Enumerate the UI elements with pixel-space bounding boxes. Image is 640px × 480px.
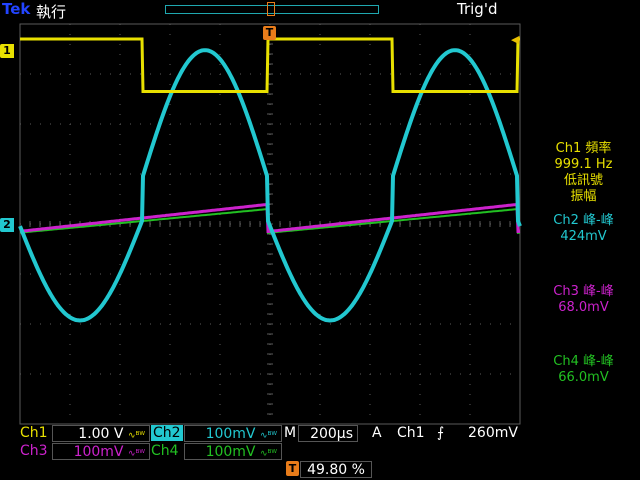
ch2-label-text: Ch2 [151,425,183,441]
ch2-ground-marker[interactable]: 2 [0,218,14,232]
trigger-position-marker[interactable]: T [263,26,276,40]
ch4-scale-value: 100mV [205,444,256,460]
measurement-title: Ch3 峰-峰 [553,284,614,299]
ch1-ground-marker[interactable]: 1 [0,44,14,58]
trigger-position-icon: T [286,461,299,476]
timebase-label: M [284,425,297,441]
bandwidth-limit-icon: ∿ᴮᵂ [259,431,277,441]
bandwidth-limit-icon: ∿ᴮᵂ [127,431,145,441]
measurement-note: 振幅 [570,189,597,204]
trigger-source[interactable]: Ch1 [397,425,425,442]
ch4-label[interactable]: Ch4 [151,443,179,460]
oscilloscope-screen: Tek 執行 Trig'd T 1 2 ◀ Ch1 頻率 999.1 Hz 低訊… [0,0,640,480]
measurement-ch2-peak-to-peak: Ch2 峰-峰 424mV [527,213,640,245]
measurement-title: Ch1 頻率 [555,141,612,156]
timebase-value[interactable]: 200µs [298,425,358,442]
trigger-level-arrow-icon[interactable]: ◀ [511,33,519,46]
ch1-scale-value: 1.00 V [78,426,124,442]
ch2-label[interactable]: Ch2 [151,425,183,442]
ch1-label[interactable]: Ch1 [20,425,48,442]
ch2-scale-value: 100mV [205,426,256,442]
measurement-value: 999.1 Hz [554,157,613,172]
measurement-title: Ch2 峰-峰 [553,213,614,228]
measurement-ch1-frequency: Ch1 頻率 999.1 Hz 低訊號 振幅 [527,141,640,205]
measurement-value: 66.0mV [558,370,609,385]
bandwidth-limit-icon: ∿ᴮᵂ [127,449,145,459]
ch3-scale[interactable]: 100mV ∿ᴮᵂ [52,443,150,460]
ch3-label[interactable]: Ch3 [20,443,48,460]
measurement-value: 424mV [560,229,607,244]
measurement-ch4-peak-to-peak: Ch4 峰-峰 66.0mV [527,354,640,386]
measurement-value: 68.0mV [558,300,609,315]
measurement-note: 低訊號 [563,173,603,188]
trigger-mode: A [372,425,382,441]
measurement-title: Ch4 峰-峰 [553,354,614,369]
ch1-scale[interactable]: 1.00 V ∿ᴮᵂ [52,425,150,442]
trigger-slope-icon[interactable]: ⨍ [437,425,444,442]
ch3-scale-value: 100mV [73,444,124,460]
ch4-scale[interactable]: 100mV ∿ᴮᵂ [184,443,282,460]
waveform-traces [18,37,522,323]
ch2-scale[interactable]: 100mV ∿ᴮᵂ [184,425,282,442]
bandwidth-limit-icon: ∿ᴮᵂ [259,449,277,459]
measurement-ch3-peak-to-peak: Ch3 峰-峰 68.0mV [527,284,640,316]
trigger-position-percent[interactable]: 49.80 % [300,461,372,478]
trigger-level-value[interactable]: 260mV [468,425,518,442]
